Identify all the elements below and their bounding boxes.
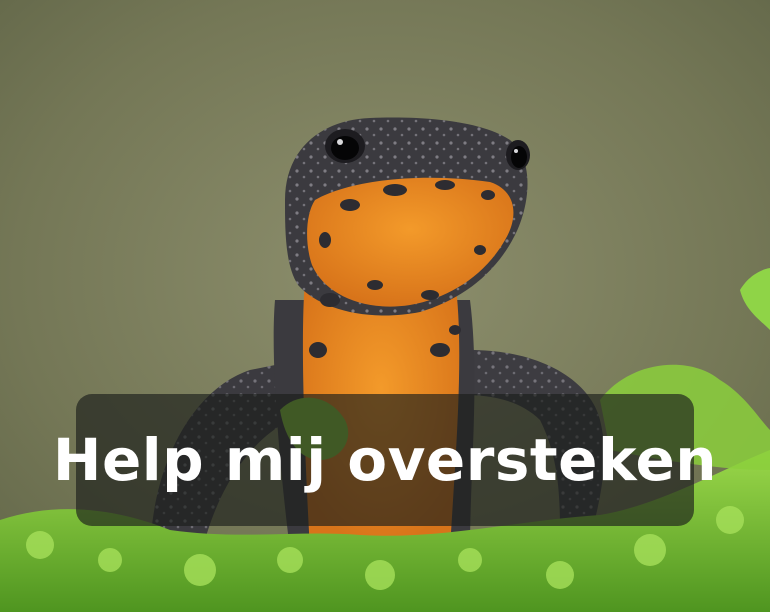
eye-left: [325, 129, 365, 163]
eye-right: [506, 140, 530, 170]
caption-banner: Help mij oversteken: [53, 394, 717, 526]
caption-text: Help mij oversteken: [52, 426, 718, 494]
photo: Help mij oversteken: [0, 0, 770, 612]
